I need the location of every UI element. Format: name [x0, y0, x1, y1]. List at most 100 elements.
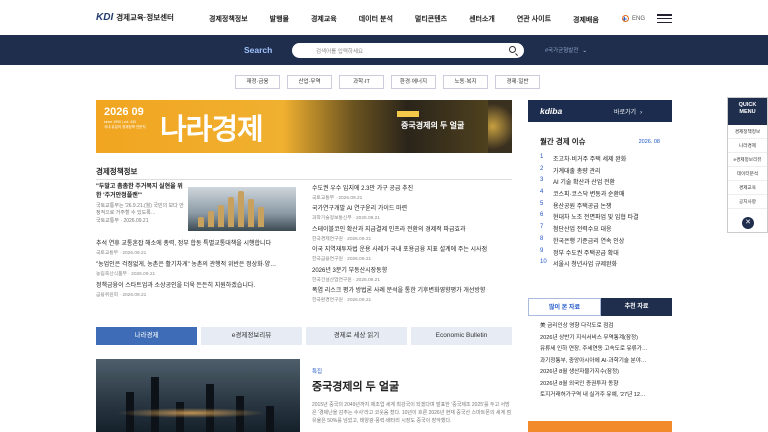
news-title[interactable]: 스테이블코인 확산과 지급결제 인프라 전환의 경제적 파급효과: [312, 226, 512, 234]
news-title[interactable]: 2026년 3분기 부동산시장동향: [312, 267, 512, 275]
issue-item[interactable]: 8 한국은행 기준금리 연속 인상: [540, 236, 660, 248]
quick-menu-item[interactable]: e경제정보리뷰: [728, 153, 767, 167]
issue-item[interactable]: 2 가계대출 총량 관리: [540, 166, 660, 178]
news-title[interactable]: 국가연구개발 AI 연구윤리 가이드 마련: [312, 205, 512, 213]
tab-reading-world[interactable]: 경제로 세상 읽기: [306, 327, 407, 345]
quick-menu-item[interactable]: 데이터분석: [728, 167, 767, 181]
bottom-banner[interactable]: [528, 421, 672, 432]
issue-text: AI 기술 확산과 산업 전환: [553, 180, 616, 187]
issue-item[interactable]: 3 AI 기술 확산과 산업 전환: [540, 177, 660, 189]
topic-button[interactable]: 노동·복지: [443, 75, 488, 89]
cover-image[interactable]: [96, 359, 300, 432]
nav-item[interactable]: 경제정책정보: [209, 14, 248, 25]
policy-feature[interactable]: "두말고 촘촘한 주거복지 실현을 위한 '주거안정플랜'" 국토교통부는 '2…: [96, 183, 298, 235]
news-item[interactable]: 추석 연휴 교통혼잡 해소에 총력, 정부 합동 특별교통대책을 시행합니다 국토…: [96, 240, 298, 256]
tab-e-review[interactable]: e경제정보리뷰: [201, 327, 302, 345]
search-label: Search: [244, 45, 273, 55]
issue-item[interactable]: 7 첨단산업 전력수요 대응: [540, 224, 660, 236]
news-item[interactable]: 폭염 리스크 평가 방법론 사례 분석을 통한 기후변화영향평가 개선방향한국환…: [312, 287, 512, 303]
issue-rank: 4: [540, 189, 544, 196]
topic-button[interactable]: 경제·일반: [495, 75, 540, 89]
language-switch[interactable]: ENG: [622, 15, 645, 22]
issue-rank: 7: [540, 224, 544, 231]
banner-sub: 국내 유일의 경제정책 전문지: [104, 125, 146, 129]
issue-item[interactable]: 10 서울시 청년사업 규제완화: [540, 259, 660, 271]
feature-title[interactable]: "두말고 촘촘한 주거복지 실현을 위한 '주거안정플랜'": [96, 183, 186, 201]
quick-menu-item[interactable]: 공지사항: [728, 195, 767, 209]
news-item[interactable]: 2026년 3분기 부동산시장동향한국건설산업연구원 · 2026.09.21: [312, 267, 512, 283]
feature-image[interactable]: [188, 187, 296, 231]
popular-item[interactable]: 2026년 상반기 지식서비스 무역통계(잠정): [540, 333, 666, 345]
nav-item[interactable]: 데이터 분석: [359, 14, 393, 25]
news-item[interactable]: 이국 지역재투자법 운용 사례가 국내 포용금융 지표 설계에 주는 시사점한국…: [312, 246, 512, 262]
nav-item[interactable]: 발행물: [270, 14, 289, 25]
news-title[interactable]: "농업인은 걱정없게, 농촌은 활기차게" 농촌의 관행적 위반은 정상화·양…: [96, 261, 298, 269]
news-title[interactable]: 정책금융이 스타트업과 소상공인을 더욱 든든히 지원하겠습니다.: [96, 282, 298, 290]
nav-item[interactable]: 경제교육: [311, 14, 337, 25]
news-item[interactable]: 스테이블코인 확산과 지급결제 인프라 전환의 경제적 파급효과한국경제연구원 …: [312, 226, 512, 242]
topic-button[interactable]: 과학·IT: [339, 75, 384, 89]
news-title[interactable]: 폭염 리스크 평가 방법론 사례 분석을 통한 기후변화영향평가 개선방향: [312, 287, 512, 295]
popular-item[interactable]: 토지거래허가구역 내 실거주 유예, '27년 12…: [540, 390, 666, 402]
news-title[interactable]: 수도권 우수 입지에 2.3만 가구 공급 추진: [312, 185, 512, 193]
issue-text: 첨단산업 전력수요 대응: [553, 227, 612, 234]
issue-text: 서울시 청년사업 규제완화: [553, 262, 618, 269]
tab-recommended[interactable]: 추천 자료: [601, 298, 672, 316]
quick-menu-item[interactable]: 나라경제: [728, 139, 767, 153]
banner-caption: 중국경제의 두 얼굴: [396, 111, 465, 130]
topic-button[interactable]: 환경·에너지: [391, 75, 436, 89]
issue-item[interactable]: 4 코스피·코스닥 변동과 순환매: [540, 189, 660, 201]
quick-menu-item[interactable]: 경제정책정보: [728, 125, 767, 139]
nav-item[interactable]: 센터소개: [469, 14, 495, 25]
site-logo[interactable]: KDI 경제교육·정보센터: [96, 12, 174, 23]
news-title[interactable]: 추석 연휴 교통혼잡 해소에 총력, 정부 합동 특별교통대책을 시행합니다: [96, 240, 298, 248]
issue-item[interactable]: 5 용산공원 주택공급 논쟁: [540, 201, 660, 213]
tab-most-viewed[interactable]: 많이 본 자료: [528, 298, 601, 316]
topic-button[interactable]: 재정·금융: [235, 75, 280, 89]
news-source: 한국경제연구원 · 2026.09.21: [312, 236, 372, 242]
popular-item[interactable]: 2026년 8월 생산자물가지수(잠정): [540, 367, 666, 379]
issue-item[interactable]: 1 조고차·비거주 주택 세제 완화: [540, 154, 660, 166]
search-input[interactable]: 검색어를 입력하세요: [292, 43, 524, 58]
news-source: 농림축산식품부 · 2026.09.21: [96, 272, 156, 277]
tab-economic-bulletin[interactable]: Economic Bulletin: [411, 327, 512, 345]
topic-button[interactable]: 산업·무역: [287, 75, 332, 89]
language-label: ENG: [632, 15, 646, 22]
issue-list: 1 조고차·비거주 주택 세제 완화 2 가계대출 총량 관리 3 AI 기술 확산과 산…: [540, 154, 660, 271]
popular-item[interactable]: 과기정통부, 중앙아시아에 AI·과학기술 분야…: [540, 356, 666, 368]
issue-text: 가계대출 총량 관리: [553, 168, 601, 175]
nav-item[interactable]: 멀티콘텐츠: [415, 14, 447, 25]
popular-item[interactable]: 유류세 인하 연장, 주세연동 고속도로 유류가…: [540, 344, 666, 356]
popular-list: 美 금리인상 영향 다각도로 점검 2026년 상반기 지식서비스 무역통계(잠정…: [540, 321, 666, 402]
news-source: 한국금융연구원 · 2026.09.21: [312, 257, 372, 262]
issue-item[interactable]: 9 정부 수도권 주택공급 확대: [540, 248, 660, 260]
quick-menu-title: QUICK MENU: [728, 98, 767, 125]
news-title[interactable]: 이국 지역재투자법 운용 사례가 국내 포용금융 지표 설계에 주는 시사점: [312, 246, 512, 254]
quick-menu-item[interactable]: 경제교육: [728, 181, 767, 195]
issue-title: 월간 경제 이슈: [540, 137, 586, 146]
news-item[interactable]: "농업인은 걱정없게, 농촌은 활기차게" 농촌의 관행적 위반은 정상화·양……: [96, 261, 298, 277]
hashtag-select[interactable]: #국가균형발전 ⌄: [545, 46, 587, 54]
news-item[interactable]: 국가연구개발 AI 연구윤리 가이드 마련 과학기술정보통신부 · 2026.09…: [312, 205, 512, 221]
feature-headline[interactable]: 중국경제의 두 얼굴: [312, 378, 512, 394]
news-item[interactable]: 수도권 우수 입지에 2.3만 가구 공급 추진 국토교통부 · 2026.09.…: [312, 185, 512, 201]
kdiba-go-link[interactable]: 바로가기: [614, 107, 642, 116]
quick-menu: QUICK MENU 경제정책정보 나라경제 e경제정보리뷰 데이터분석 경제교육…: [727, 97, 768, 233]
main-banner[interactable]: 2026 09 since 1990 | vol. 430 국내 유일의 경제정…: [96, 100, 512, 153]
feature-tag: 특집: [312, 369, 323, 375]
kdiba-banner[interactable]: kdiba 바로가기: [528, 100, 672, 122]
tab-nara-economy[interactable]: 나라경제: [96, 327, 197, 345]
close-icon[interactable]: ✕: [742, 217, 754, 229]
issue-text: 조고차·비거주 주택 세제 완화: [553, 157, 627, 163]
news-source: 한국환경연구원 · 2026.09.21: [312, 298, 372, 303]
popular-item[interactable]: 美 금리인상 영향 다각도로 점검: [540, 321, 666, 333]
popular-item[interactable]: 2026년 8월 외국인 증권투자 동향: [540, 379, 666, 391]
search-icon[interactable]: [509, 46, 516, 53]
hamburger-menu-icon[interactable]: [657, 14, 672, 23]
issue-text: 정부 수도권 주택공급 확대: [553, 250, 619, 257]
banner-title: 나라경제: [160, 114, 264, 146]
issue-item[interactable]: 6 현대차 노조 전면파업 및 임협 타결: [540, 212, 660, 224]
news-source: 한국건설산업연구원 · 2026.09.21: [312, 277, 380, 283]
nav-item[interactable]: 연관 사이트: [517, 14, 551, 25]
news-item[interactable]: 정책금융이 스타트업과 소상공인을 더욱 든든히 지원하겠습니다. 금융위원회 ·…: [96, 282, 298, 298]
